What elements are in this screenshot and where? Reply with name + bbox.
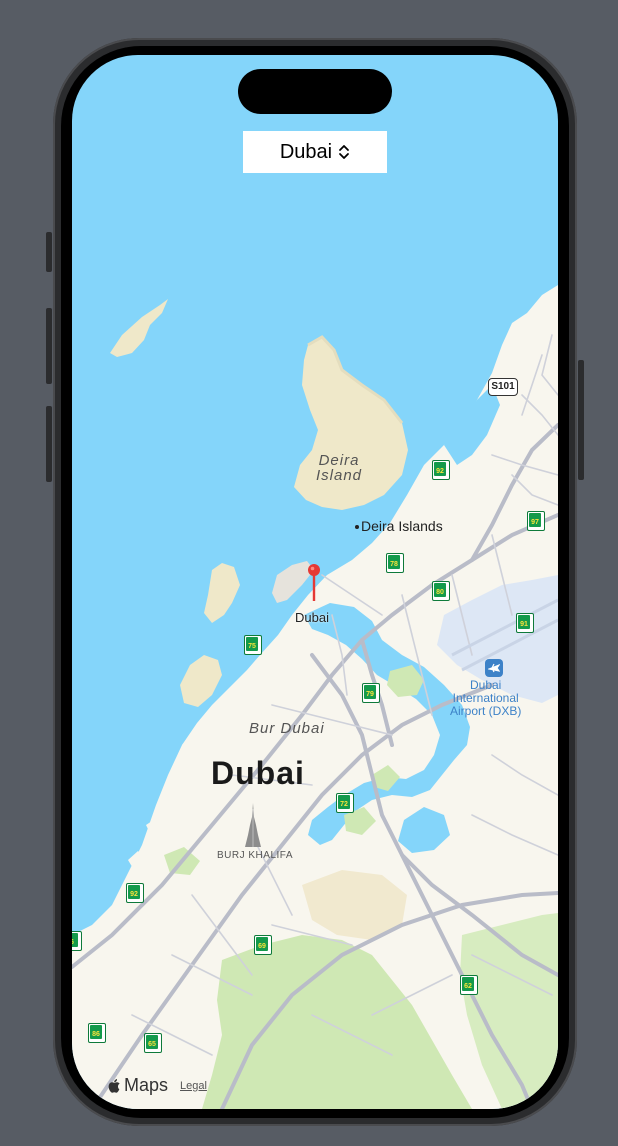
- route-shield-icon: 75: [244, 635, 262, 655]
- deira-islands-label: Deira Islands: [361, 518, 443, 534]
- route-shield-number: 78: [388, 555, 400, 569]
- route-shield-icon: 62: [460, 975, 478, 995]
- dynamic-island: [238, 69, 392, 114]
- route-shield-icon: 78: [386, 553, 404, 573]
- power-button: [578, 360, 584, 480]
- route-shield-icon: 91: [516, 613, 534, 633]
- route-shield-number: 69: [256, 937, 268, 951]
- action-button: [46, 232, 52, 272]
- route-shield-number: 65: [146, 1035, 158, 1049]
- airport-label[interactable]: Dubai International Airport (DXB): [450, 679, 521, 718]
- islands-creek: [204, 563, 240, 623]
- city-picker-label: Dubai: [279, 140, 333, 163]
- peninsula-west: [180, 655, 222, 707]
- route-shield-icon: 92: [432, 460, 450, 480]
- route-shield-icon: 86: [88, 1023, 106, 1043]
- pin-label: Dubai: [295, 610, 329, 625]
- route-shield-number: 92: [128, 885, 140, 899]
- maps-brand-text: Maps: [124, 1075, 169, 1095]
- route-shield-number: 97: [529, 513, 541, 527]
- burj-khalifa-icon[interactable]: [242, 803, 264, 849]
- route-shield-number: 72: [338, 795, 350, 809]
- poi-dot-icon: [355, 525, 359, 530]
- airplane-icon[interactable]: [485, 659, 503, 677]
- route-shield-icon: 72: [336, 793, 354, 813]
- route-shield-number: 86: [90, 1025, 102, 1039]
- bur-dubai-label: Bur Dubai: [249, 720, 325, 737]
- maps-logo: Maps: [108, 1075, 168, 1096]
- volume-up-button: [46, 308, 52, 384]
- route-shield-icon: 65: [144, 1033, 162, 1053]
- legal-link[interactable]: Legal: [180, 1080, 207, 1092]
- chevron-up-down-icon: [338, 144, 350, 160]
- location-pin-icon[interactable]: [308, 563, 320, 603]
- route-shield-icon: 69: [254, 935, 272, 955]
- volume-down-button: [46, 406, 52, 482]
- route-shield-icon: 92: [126, 883, 144, 903]
- road-shield-s101: S101: [488, 378, 518, 396]
- route-shield-number: 6: [72, 933, 78, 947]
- city-label: Dubai: [211, 755, 305, 791]
- islet-north: [110, 299, 168, 357]
- route-shield-number: 91: [518, 615, 530, 629]
- deira-islands-poi[interactable]: Deira Islands: [355, 518, 443, 534]
- maps-attribution: Maps Legal: [108, 1075, 207, 1096]
- route-shield-icon: 6: [72, 931, 82, 951]
- route-shield-number: 79: [364, 685, 376, 699]
- route-shield-icon: 97: [527, 511, 545, 531]
- burj-khalifa-label: BURJ KHALIFA: [217, 850, 294, 861]
- deira-island: [294, 337, 408, 510]
- route-shield-number: 80: [434, 583, 446, 597]
- deira-island-label: Deira Island: [316, 453, 362, 483]
- route-shield-number: 92: [434, 462, 446, 476]
- apple-icon: [108, 1078, 120, 1093]
- route-shield-number: 75: [246, 637, 258, 651]
- deira-island-label-line2: Island: [316, 467, 363, 484]
- route-shield-icon: 80: [432, 581, 450, 601]
- route-shield-icon: 79: [362, 683, 380, 703]
- route-shield-number: 62: [462, 977, 474, 991]
- airport-label-line1: Dubai: [469, 678, 502, 692]
- city-picker-button[interactable]: Dubai: [243, 131, 387, 173]
- airport-label-line2: International: [452, 691, 519, 705]
- airport-label-line3: Airport (DXB): [450, 704, 522, 718]
- map-screen[interactable]: Dubai Deira Island Deira Islands Dubai D…: [72, 55, 558, 1109]
